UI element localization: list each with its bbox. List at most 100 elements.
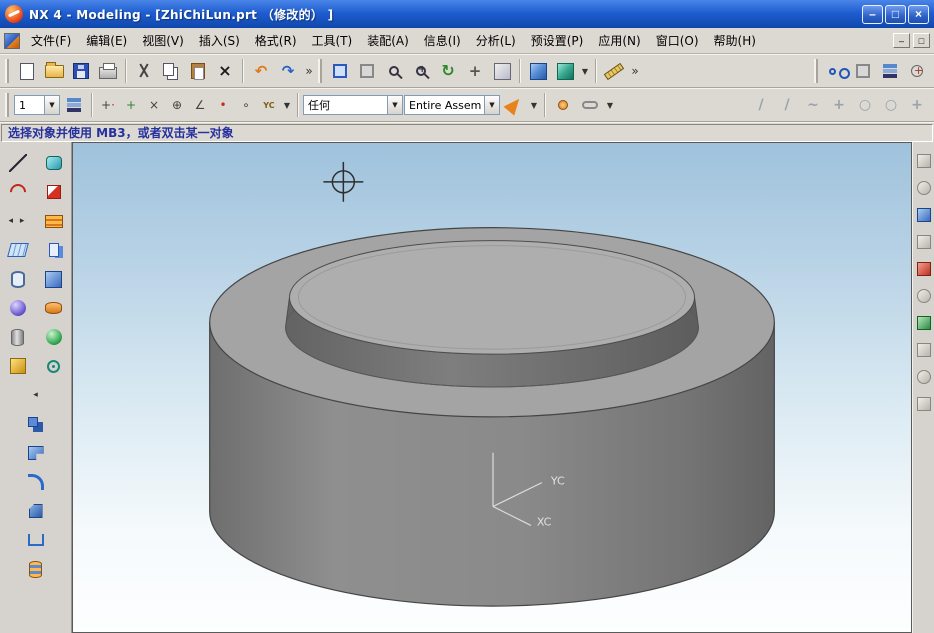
- datum-plane-button[interactable]: [5, 237, 31, 263]
- line-tool-button[interactable]: /: [748, 92, 774, 118]
- undo-button[interactable]: ↶: [248, 58, 274, 84]
- zoom-in-button[interactable]: [408, 58, 434, 84]
- resource-tab-9-icon[interactable]: [917, 370, 931, 384]
- resource-tab-1-icon[interactable]: [917, 154, 931, 168]
- chevron-down-icon[interactable]: ▼: [44, 96, 59, 114]
- child-restore-button[interactable]: □: [913, 33, 930, 48]
- cut-button[interactable]: [131, 58, 157, 84]
- pan-view-button[interactable]: +: [462, 58, 488, 84]
- highlight-dropdown[interactable]: ▼: [528, 92, 540, 118]
- menu-insert[interactable]: 插入(S): [192, 28, 247, 53]
- circle-tool-button[interactable]: ○: [852, 92, 878, 118]
- toolbar-overflow-chevron[interactable]: »: [302, 64, 316, 78]
- revolve-button[interactable]: [5, 295, 31, 321]
- constructor-dropdown[interactable]: ▼: [604, 92, 616, 118]
- sphere-button[interactable]: [41, 324, 67, 350]
- menu-edit[interactable]: 编辑(E): [79, 28, 134, 53]
- redo-button[interactable]: ↷: [275, 58, 301, 84]
- snap-center-button[interactable]: ⊕: [166, 93, 188, 117]
- sketch-button[interactable]: [41, 237, 67, 263]
- snapshot-button[interactable]: [850, 58, 876, 84]
- resource-tab-8-icon[interactable]: [917, 343, 931, 357]
- rotate-view-button[interactable]: ↻: [435, 58, 461, 84]
- chevron-down-icon[interactable]: ▼: [387, 96, 402, 114]
- menu-application[interactable]: 应用(N): [591, 28, 647, 53]
- restore-button[interactable]: □: [885, 5, 906, 24]
- menu-window[interactable]: 窗口(O): [649, 28, 706, 53]
- new-file-button[interactable]: [14, 58, 40, 84]
- open-button[interactable]: [41, 58, 67, 84]
- selection-scope-combo[interactable]: Entire Assemb ▼: [404, 95, 500, 115]
- thread-button[interactable]: [23, 556, 49, 582]
- snap-curve-point-button[interactable]: ∘: [235, 93, 257, 117]
- menu-preferences[interactable]: 预设置(P): [524, 28, 591, 53]
- resource-tab-2-icon[interactable]: [917, 181, 931, 195]
- point-tool-button[interactable]: +: [826, 92, 852, 118]
- zoom-box-button[interactable]: [381, 58, 407, 84]
- plus-tool-button[interactable]: +: [904, 92, 930, 118]
- shaded-view-button[interactable]: [525, 58, 551, 84]
- menu-help[interactable]: 帮助(H): [707, 28, 763, 53]
- selection-filter-combo[interactable]: 任何 ▼: [303, 95, 403, 115]
- work-layer-combo[interactable]: 1 ▼: [14, 95, 60, 115]
- snap-angle-button[interactable]: ∠: [189, 93, 211, 117]
- view-glasses-button[interactable]: [823, 58, 849, 84]
- toolbar-grip[interactable]: [5, 59, 9, 83]
- print-button[interactable]: [95, 58, 121, 84]
- wcs-display-button[interactable]: [904, 58, 930, 84]
- toolbar-scroll-button[interactable]: ◂ ▸: [5, 208, 31, 234]
- delete-button[interactable]: ×: [212, 58, 238, 84]
- menu-format[interactable]: 格式(R): [248, 28, 304, 53]
- unite-button[interactable]: [23, 411, 49, 437]
- snap-intersection-button[interactable]: ×: [143, 93, 165, 117]
- menu-file[interactable]: 文件(F): [24, 28, 78, 53]
- snap-end-point-button[interactable]: +·: [97, 93, 119, 117]
- layer-list-button[interactable]: [61, 92, 87, 118]
- arc-tool-button[interactable]: [5, 179, 31, 205]
- graphics-canvas[interactable]: YC XC: [73, 143, 911, 632]
- menu-view[interactable]: 视图(V): [135, 28, 191, 53]
- resource-tab-4-icon[interactable]: [917, 235, 931, 249]
- snap-wcs-button[interactable]: YC: [258, 93, 280, 117]
- snap-mid-point-button[interactable]: +: [120, 93, 142, 117]
- resource-tab-10-icon[interactable]: [917, 397, 931, 411]
- measure-button[interactable]: [601, 58, 627, 84]
- snap-options-dropdown[interactable]: ▼: [281, 92, 293, 118]
- constraint-button[interactable]: [577, 92, 603, 118]
- shell-button[interactable]: [23, 527, 49, 553]
- menu-analysis[interactable]: 分析(L): [469, 28, 523, 53]
- toolbar-grip[interactable]: [318, 59, 322, 83]
- resource-tab-5-icon[interactable]: [917, 262, 931, 276]
- fit-view-button[interactable]: [327, 58, 353, 84]
- wireframe-view-button[interactable]: [552, 58, 578, 84]
- child-minimize-button[interactable]: –: [893, 33, 910, 48]
- spline-tool-button[interactable]: ~: [800, 92, 826, 118]
- resource-tab-6-icon[interactable]: [917, 289, 931, 303]
- save-button[interactable]: [68, 58, 94, 84]
- menu-tools[interactable]: 工具(T): [305, 28, 360, 53]
- render-style-dropdown[interactable]: ▼: [579, 58, 591, 84]
- toolbar-overflow-chevron[interactable]: »: [628, 64, 642, 78]
- resource-tab-3-icon[interactable]: [917, 208, 931, 222]
- surface-tool-button[interactable]: [41, 150, 67, 176]
- menu-information[interactable]: 信息(I): [417, 28, 468, 53]
- toolbar-grip[interactable]: [814, 59, 818, 83]
- cylinder-button[interactable]: [5, 324, 31, 350]
- line-2-tool-button[interactable]: /: [774, 92, 800, 118]
- close-button[interactable]: ×: [908, 5, 929, 24]
- highlight-button[interactable]: [501, 92, 527, 118]
- layer-settings-button[interactable]: [877, 58, 903, 84]
- block-button[interactable]: [41, 266, 67, 292]
- edge-blend-button[interactable]: [23, 469, 49, 495]
- solid-body-model[interactable]: [210, 228, 775, 606]
- perspective-button[interactable]: [489, 58, 515, 84]
- layer-stack-button[interactable]: [41, 208, 67, 234]
- graphics-window[interactable]: YC XC: [72, 142, 912, 633]
- hole-button[interactable]: [41, 353, 67, 379]
- resource-tab-7-icon[interactable]: [917, 316, 931, 330]
- extrude-button[interactable]: [5, 266, 31, 292]
- copy-button[interactable]: [158, 58, 184, 84]
- point-constructor-button[interactable]: [550, 92, 576, 118]
- boss-button[interactable]: [41, 295, 67, 321]
- line-tool-button[interactable]: [5, 150, 31, 176]
